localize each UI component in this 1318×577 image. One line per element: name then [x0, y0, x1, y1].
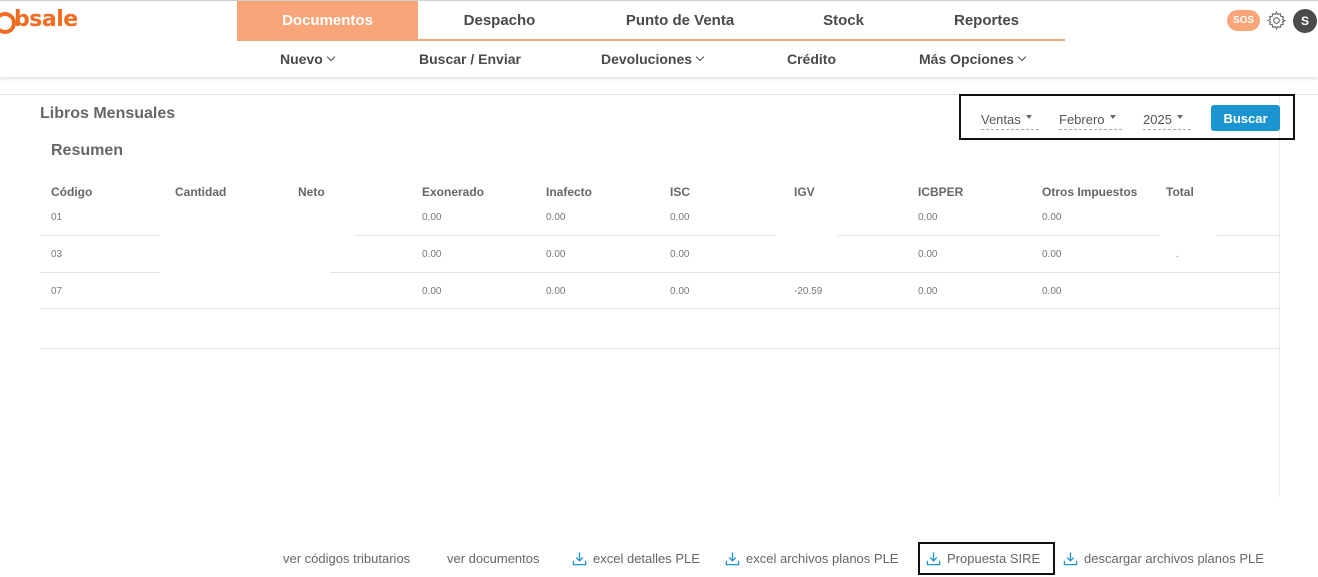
cell-isc: 0.00	[670, 286, 690, 297]
col-header-codigo: Código	[51, 185, 93, 199]
cell-codigo: 07	[51, 286, 63, 297]
tab-documentos[interactable]: Documentos	[237, 1, 418, 40]
subnav-devoluciones[interactable]: Devoluciones	[601, 41, 705, 77]
row-divider	[40, 235, 160, 236]
cell-icbper: 0.00	[918, 212, 938, 223]
link-excel-archivos-planos-ple[interactable]: excel archivos planos PLE	[725, 551, 898, 566]
cell-icbper: 0.00	[918, 249, 938, 260]
col-header-neto: Neto	[298, 185, 325, 199]
row-divider	[355, 235, 776, 236]
cell-igv: -20.59	[794, 286, 823, 297]
logo-text: bsale	[14, 7, 78, 32]
filters-panel: Ventas Febrero 2025 Buscar	[959, 94, 1295, 140]
year-select[interactable]: 2025	[1143, 109, 1191, 130]
cell-icbper: 0.00	[918, 286, 938, 297]
month-value: Febrero	[1059, 111, 1105, 127]
cell-otros-impuestos: 0.00	[1042, 212, 1062, 223]
col-header-igv: IGV	[794, 185, 815, 199]
bsale-logo[interactable]: bsale	[0, 7, 78, 34]
chevron-down-icon	[695, 52, 705, 62]
subnav-mas-opciones-label: Más Opciones	[919, 51, 1014, 67]
link-ver-codigos-tributarios[interactable]: ver códigos tributarios	[283, 551, 410, 566]
cell-otros-impuestos: 0.00	[1042, 249, 1062, 260]
col-header-otros-impuestos: Otros Impuestos	[1042, 185, 1138, 199]
link-label: ver documentos	[447, 551, 540, 566]
cell-exonerado: 0.00	[422, 286, 442, 297]
search-button[interactable]: Buscar	[1211, 105, 1280, 131]
subnav-buscar-enviar-label: Buscar / Enviar	[419, 51, 521, 67]
content-right-border	[1279, 95, 1280, 497]
link-descargar-archivos-planos-ple[interactable]: descargar archivos planos PLE	[1063, 551, 1264, 566]
row-divider	[838, 235, 1160, 236]
cell-codigo: 01	[51, 212, 63, 223]
subnav-mas-opciones[interactable]: Más Opciones	[919, 41, 1027, 77]
link-label: ver códigos tributarios	[283, 551, 411, 566]
row-divider	[40, 308, 1279, 309]
cell-inafecto: 0.00	[546, 249, 566, 260]
link-label: excel archivos planos PLE	[746, 551, 899, 566]
book-type-select[interactable]: Ventas	[981, 109, 1039, 130]
link-label: excel detalles PLE	[593, 551, 700, 566]
subnav-nuevo-label: Nuevo	[280, 51, 323, 67]
cell-inafecto: 0.00	[546, 212, 566, 223]
subnav-devoluciones-label: Devoluciones	[601, 51, 693, 67]
logo-mark-icon	[0, 9, 16, 34]
chevron-down-icon	[326, 52, 336, 62]
sos-button[interactable]: SOS	[1227, 10, 1260, 31]
user-avatar[interactable]: S	[1293, 9, 1317, 33]
row-divider	[1217, 235, 1279, 236]
link-ver-documentos[interactable]: ver documentos	[447, 551, 540, 566]
subnav-nuevo[interactable]: Nuevo	[280, 41, 336, 77]
year-value: 2025	[1143, 111, 1172, 127]
main-tabs: Documentos Despacho Punto de Venta Stock…	[237, 1, 1065, 40]
top-bar: bsale Documentos Despacho Punto de Venta…	[0, 0, 1318, 40]
caret-down-icon	[1109, 115, 1116, 119]
link-excel-detalles-ple[interactable]: excel detalles PLE	[572, 551, 700, 566]
cell-exonerado: 0.00	[422, 249, 442, 260]
col-header-isc: ISC	[670, 185, 691, 199]
cell-isc: 0.00	[670, 249, 690, 260]
col-header-cantidad: Cantidad	[175, 185, 227, 199]
propuesta-sire-highlight	[918, 542, 1055, 575]
section-title: Resumen	[51, 142, 124, 159]
cell-exonerado: 0.00	[422, 212, 442, 223]
cell-total: .	[1176, 249, 1179, 260]
cell-codigo: 03	[51, 249, 63, 260]
subnav-buscar-enviar[interactable]: Buscar / Enviar	[419, 41, 521, 77]
sub-navigation: Nuevo Buscar / Enviar Devoluciones Crédi…	[0, 41, 1318, 77]
cell-isc: 0.00	[670, 212, 690, 223]
chevron-down-icon	[1017, 52, 1027, 62]
caret-down-icon	[1025, 115, 1032, 119]
link-label: descargar archivos planos PLE	[1084, 551, 1264, 566]
subnav-credito[interactable]: Crédito	[787, 41, 836, 77]
subnav-credito-label: Crédito	[787, 51, 836, 67]
tab-despacho[interactable]: Despacho	[418, 1, 581, 40]
col-header-total: Total	[1166, 185, 1194, 199]
col-header-icbper: ICBPER	[918, 185, 964, 199]
tab-stock[interactable]: Stock	[779, 1, 908, 40]
page-title: Libros Mensuales	[40, 105, 176, 122]
cell-otros-impuestos: 0.00	[1042, 286, 1062, 297]
tab-reportes[interactable]: Reportes	[908, 1, 1065, 40]
cell-inafecto: 0.00	[546, 286, 566, 297]
gear-icon[interactable]	[1266, 10, 1287, 31]
download-icon	[572, 552, 587, 566]
month-select[interactable]: Febrero	[1059, 109, 1122, 130]
row-divider	[330, 272, 1279, 273]
table-bottom-divider	[40, 348, 1279, 349]
col-header-inafecto: Inafecto	[546, 185, 593, 199]
download-icon	[725, 552, 740, 566]
download-icon	[1063, 552, 1078, 566]
col-header-exonerado: Exonerado	[422, 185, 485, 199]
caret-down-icon	[1176, 115, 1183, 119]
book-type-value: Ventas	[981, 111, 1021, 127]
tab-punto-de-venta[interactable]: Punto de Venta	[581, 1, 779, 40]
row-divider	[40, 272, 160, 273]
